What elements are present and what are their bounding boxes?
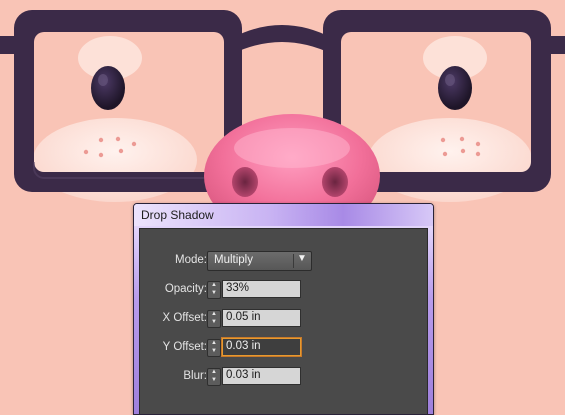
left-nostril — [232, 167, 258, 197]
opacity-input[interactable]: 33% — [222, 280, 301, 298]
y-offset-value: 0.03 in — [226, 340, 261, 352]
mode-select[interactable]: Multiply ▼ — [207, 251, 312, 271]
stepper-down-icon[interactable]: ▼ — [208, 319, 220, 327]
x-offset-value: 0.05 in — [226, 311, 261, 323]
mode-value: Multiply — [214, 254, 253, 266]
blur-label: Blur: — [183, 370, 207, 382]
mode-label: Mode: — [175, 254, 207, 266]
x-offset-stepper[interactable]: ▲ ▼ — [207, 310, 221, 328]
stepper-up-icon[interactable]: ▲ — [208, 340, 220, 348]
right-eye-shine — [445, 74, 455, 86]
stepper-up-icon[interactable]: ▲ — [208, 311, 220, 319]
left-eye — [91, 66, 125, 110]
blur-row: Blur: ▲ ▼ 0.03 in — [140, 367, 427, 387]
x-offset-row: X Offset: ▲ ▼ 0.05 in — [140, 309, 427, 329]
y-offset-label: Y Offset: — [162, 341, 207, 353]
blur-stepper[interactable]: ▲ ▼ — [207, 368, 221, 386]
triangle-down-icon: ▼ — [297, 253, 307, 264]
left-eye-shine — [98, 74, 108, 86]
right-eye — [438, 66, 472, 110]
x-offset-input[interactable]: 0.05 in — [222, 309, 301, 327]
stepper-down-icon[interactable]: ▼ — [208, 348, 220, 356]
x-offset-label: X Offset: — [162, 312, 207, 324]
blur-value: 0.03 in — [226, 369, 261, 381]
dialog-title: Drop Shadow — [141, 208, 214, 222]
mode-row: Mode: Multiply ▼ — [140, 251, 427, 271]
blur-input[interactable]: 0.03 in — [222, 367, 301, 385]
opacity-row: Opacity: ▲ ▼ 33% — [140, 280, 427, 300]
stepper-down-icon[interactable]: ▼ — [208, 377, 220, 385]
y-offset-input[interactable]: 0.03 in — [222, 338, 301, 356]
stepper-up-icon[interactable]: ▲ — [208, 369, 220, 377]
stepper-up-icon[interactable]: ▲ — [208, 282, 220, 290]
stepper-down-icon[interactable]: ▼ — [208, 290, 220, 298]
dialog-panel: Mode: Multiply ▼ Opacity: ▲ ▼ 33% X Offs… — [139, 228, 428, 414]
opacity-value: 33% — [226, 282, 250, 294]
y-offset-row: Y Offset: ▲ ▼ 0.03 in — [140, 338, 427, 358]
dialog-titlebar[interactable]: Drop Shadow — [134, 204, 433, 226]
right-nostril — [322, 167, 348, 197]
y-offset-stepper[interactable]: ▲ ▼ — [207, 339, 221, 357]
opacity-label: Opacity: — [164, 283, 207, 295]
select-divider — [293, 254, 294, 268]
opacity-stepper[interactable]: ▲ ▼ — [207, 281, 221, 299]
drop-shadow-dialog: Drop Shadow Mode: Multiply ▼ Opacity: ▲ … — [133, 203, 434, 415]
